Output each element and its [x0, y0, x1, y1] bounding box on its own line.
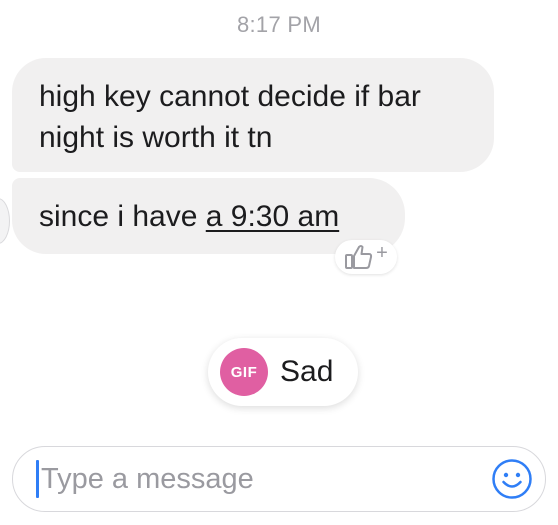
react-like-button[interactable]: + — [335, 240, 397, 274]
message-text: since i have a 9:30 am — [39, 196, 339, 237]
gif-badge-icon: GIF — [220, 348, 268, 396]
gif-suggestion-chip[interactable]: GIF Sad — [208, 338, 358, 406]
date-time-link[interactable]: a 9:30 am — [206, 200, 339, 233]
smiley-icon[interactable] — [491, 458, 533, 500]
add-reaction-plus: + — [376, 242, 388, 264]
message-text-plain: since i have — [39, 200, 206, 233]
suggestion-label: Sad — [280, 355, 334, 388]
thumbs-up-icon — [345, 245, 373, 269]
message-bubble[interactable]: high key cannot decide if bar night is w… — [12, 58, 494, 172]
contact-avatar[interactable] — [0, 198, 10, 244]
message-text: high key cannot decide if bar night is w… — [39, 80, 421, 154]
message-composer[interactable] — [12, 446, 546, 512]
message-input[interactable] — [35, 457, 481, 501]
chat-screen: 8:17 PM high key cannot decide if bar ni… — [0, 0, 558, 525]
message-timestamp: 8:17 PM — [236, 12, 322, 37]
